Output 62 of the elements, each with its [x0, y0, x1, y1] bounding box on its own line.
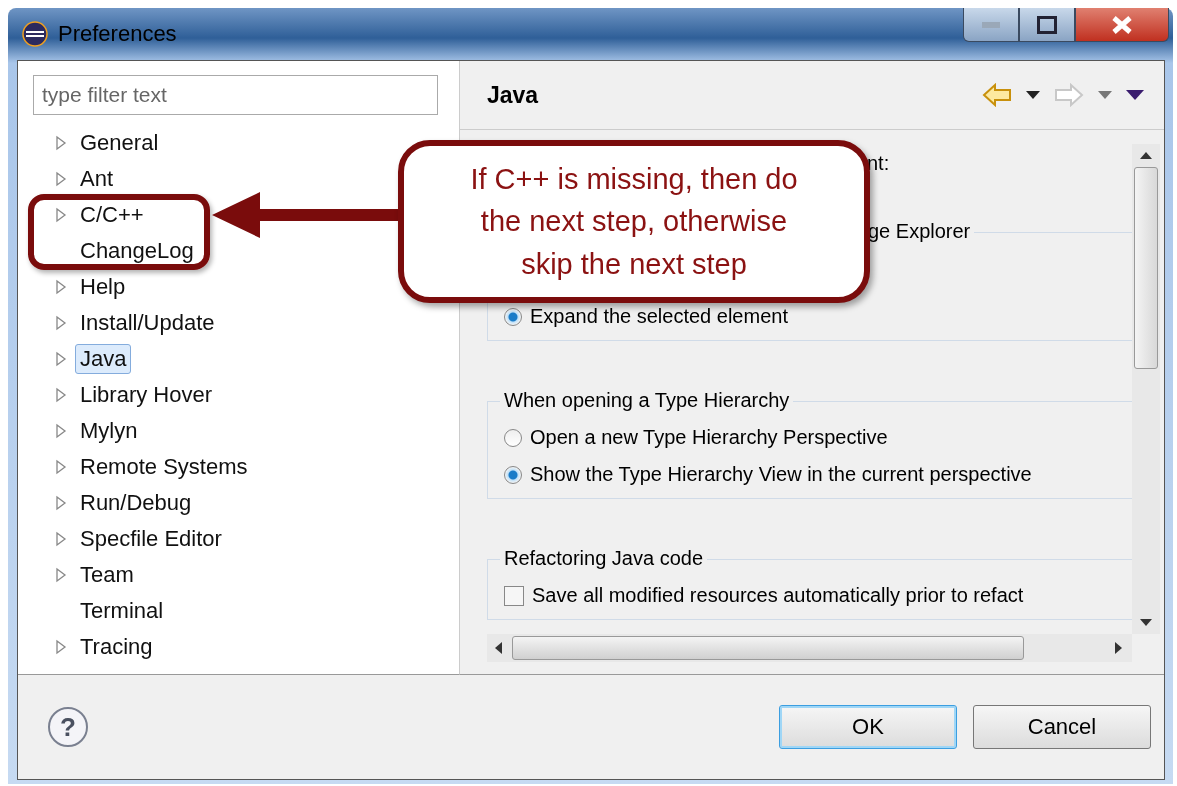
window-title: Preferences	[58, 21, 177, 47]
expand-arrow-icon[interactable]	[55, 423, 67, 439]
back-arrow-icon[interactable]	[982, 83, 1012, 107]
radio-button[interactable]	[504, 428, 522, 447]
checkbox[interactable]	[504, 585, 524, 606]
close-button[interactable]	[1075, 8, 1169, 42]
tree-item[interactable]: Ant	[75, 164, 119, 194]
horizontal-scrollbar[interactable]	[487, 634, 1132, 662]
expand-arrow-icon[interactable]	[55, 567, 67, 583]
scroll-up-icon[interactable]	[1140, 152, 1152, 159]
expand-arrow-icon[interactable]	[55, 171, 67, 187]
option-label: Save all modified resources automatically prior to refact	[532, 584, 1024, 607]
expand-arrow-icon[interactable]	[55, 279, 67, 295]
option-label: Show the Type Hierarchy View in the current perspective	[530, 463, 1032, 486]
tree-item[interactable]: C/C++	[75, 200, 149, 230]
expand-arrow-icon[interactable]	[55, 531, 67, 547]
tree-item[interactable]: Mylyn	[75, 416, 143, 446]
scroll-right-icon[interactable]	[1115, 642, 1122, 654]
expand-arrow-icon[interactable]	[55, 495, 67, 511]
scroll-thumb[interactable]	[512, 636, 1024, 660]
page-title: Java	[487, 81, 539, 109]
minimize-icon	[982, 21, 1000, 28]
tree-item[interactable]: ChangeLog	[75, 236, 199, 266]
group-title: When opening a Type Hierarchy	[500, 389, 794, 412]
vertical-scrollbar[interactable]	[1132, 144, 1160, 634]
expand-arrow-icon[interactable]	[55, 135, 67, 151]
tree-item[interactable]: Tracing	[75, 632, 158, 662]
scroll-thumb[interactable]	[1134, 167, 1158, 369]
tree-item[interactable]: Remote Systems	[75, 452, 253, 482]
view-menu-icon[interactable]	[1126, 90, 1144, 100]
cancel-button[interactable]: Cancel	[973, 705, 1151, 749]
option-label: Open a new Type Hierarchy Perspective	[530, 426, 888, 449]
option-label: Expand the selected element	[530, 305, 788, 328]
expand-arrow-icon[interactable]	[55, 351, 67, 367]
expand-arrow-icon[interactable]	[55, 207, 67, 223]
expand-arrow-icon[interactable]	[55, 387, 67, 403]
filter-field[interactable]: type filter text	[33, 75, 438, 115]
tree-item[interactable]: General	[75, 128, 164, 158]
dropdown-icon[interactable]	[1026, 91, 1040, 99]
expand-arrow-icon[interactable]	[55, 639, 67, 655]
tree-item[interactable]: Java	[75, 344, 132, 374]
tree-item[interactable]: Team	[75, 560, 139, 590]
close-icon	[1111, 14, 1133, 35]
radio-button[interactable]	[504, 307, 522, 326]
tree-item[interactable]: Library Hover	[75, 380, 218, 410]
tree-item[interactable]: Specfile Editor	[75, 524, 227, 554]
maximize-icon	[1037, 15, 1057, 34]
tree-item[interactable]: Install/Update	[75, 308, 220, 338]
tree-item[interactable]: Terminal	[75, 596, 169, 626]
expand-arrow-icon[interactable]	[55, 459, 67, 475]
tree-item[interactable]: Help	[75, 272, 131, 302]
help-button[interactable]: ?	[48, 707, 88, 747]
scroll-left-icon[interactable]	[495, 642, 502, 654]
app-logo-icon	[22, 21, 48, 47]
scroll-down-icon[interactable]	[1140, 619, 1152, 626]
minimize-button[interactable]	[963, 8, 1019, 42]
radio-button[interactable]	[504, 465, 522, 484]
group-title: Refactoring Java code	[500, 547, 707, 570]
ok-button[interactable]: OK	[779, 705, 957, 749]
expand-arrow-icon[interactable]	[55, 315, 67, 331]
tree-item[interactable]: Run/Debug	[75, 488, 197, 518]
maximize-button[interactable]	[1019, 8, 1075, 42]
